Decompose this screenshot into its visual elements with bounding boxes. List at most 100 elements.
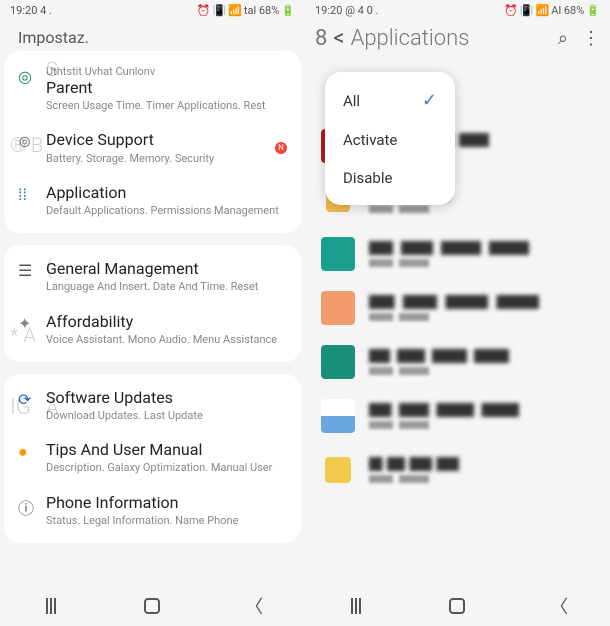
apps-icon: ⁞⁞ xyxy=(18,183,46,217)
status-bar-right: 19:20 @ 4 0 . ⏰ 📳 📶 Al 68% 🔋 xyxy=(305,0,610,20)
setting-sub-text: Voice Assistant. Mono Audio. Menu Assist… xyxy=(46,333,287,346)
apps-header: 8 < Applications ⌕ ⋮ xyxy=(305,20,610,59)
nav-home[interactable] xyxy=(140,594,164,618)
app-sub-blurred xyxy=(369,421,429,429)
nav-home[interactable] xyxy=(445,594,469,618)
settings-card: ☰ General Management Language And Insert… xyxy=(4,245,301,362)
app-name-blurred xyxy=(369,349,509,363)
nav-recent[interactable] xyxy=(39,594,63,618)
setting-title-text: Tips And User Manual xyxy=(46,440,287,459)
settings-title: Impostaz. xyxy=(18,28,89,47)
more-icon[interactable]: ⋮ xyxy=(582,28,600,49)
setting-title-text: Software Updates xyxy=(46,388,287,407)
setting-sub-text: Screen Usage Time. Timer Applications. R… xyxy=(46,99,287,112)
status-bar-left: 19:20 4 . ⏰ 📳 📶 tal 68% 🔋 xyxy=(0,0,305,20)
vibrate-icon: 📳 xyxy=(520,4,534,17)
sliders-icon: ☰ xyxy=(18,259,46,293)
settings-card: ◎ Uthtstit Uvhat Cunlonv Parent Screen U… xyxy=(4,51,301,233)
battery-icon: 🔋 xyxy=(586,4,600,17)
vibrate-icon: 📳 xyxy=(212,4,226,17)
filter-label: Activate xyxy=(343,131,397,149)
update-icon: ⟳ xyxy=(18,388,46,422)
search-icon[interactable]: ⌕ xyxy=(558,28,568,49)
wellbeing-icon: ◎ xyxy=(18,65,46,112)
setting-sub-text: Download Updates. Last Update xyxy=(46,409,287,422)
app-row[interactable] xyxy=(321,281,600,335)
app-icon xyxy=(321,399,355,433)
app-sub-blurred xyxy=(369,367,429,375)
setting-title-text: General Management xyxy=(46,259,287,278)
nav-back[interactable]: 〈 xyxy=(242,594,266,618)
app-name-blurred xyxy=(369,457,459,471)
alarm-icon: ⏰ xyxy=(504,4,518,17)
wifi-icon: 📶 xyxy=(536,4,550,17)
filter-label: All xyxy=(343,92,360,110)
notification-badge: N xyxy=(275,142,287,154)
status-time: 19:20 @ 4 0 . xyxy=(315,4,378,17)
filter-dropdown: All ✓ Activate Disable xyxy=(325,72,455,205)
setting-prefix: Uthtstit Uvhat Cunlonv xyxy=(46,65,287,78)
app-icon xyxy=(325,457,351,483)
battery-icon: 🔋 xyxy=(281,4,295,17)
app-sub-blurred xyxy=(369,259,429,267)
app-row[interactable] xyxy=(321,443,600,497)
setting-accessibility[interactable]: ✦ Affordability Voice Assistant. Mono Au… xyxy=(4,304,301,356)
setting-title-text: Application xyxy=(46,183,287,202)
nav-bar-right: 〈 xyxy=(305,586,610,626)
accessibility-icon: ✦ xyxy=(18,312,46,346)
apps-title: Applications xyxy=(351,26,470,51)
apps-count: 8 xyxy=(315,26,327,51)
app-row[interactable] xyxy=(321,335,600,389)
app-name-blurred xyxy=(369,403,519,417)
settings-pane: 19:20 4 . ⏰ 📳 📶 tal 68% 🔋 Impostaz. S ® … xyxy=(0,0,305,626)
app-icon xyxy=(321,291,355,325)
filter-disable[interactable]: Disable xyxy=(325,159,455,197)
app-icon xyxy=(321,345,355,379)
status-icons: ⏰ 📳 📶 Al 68% 🔋 xyxy=(504,4,600,17)
setting-title-text: Affordability xyxy=(46,312,287,331)
app-sub-blurred xyxy=(369,475,429,483)
app-row[interactable] xyxy=(321,389,600,443)
setting-sub-text: Description. Galaxy Optimization. Manual… xyxy=(46,461,287,474)
nav-recent[interactable] xyxy=(344,594,368,618)
filter-label: Disable xyxy=(343,169,392,187)
app-sub-blurred xyxy=(369,205,429,213)
setting-applications[interactable]: ⁞⁞ Application Default Applications. Per… xyxy=(4,175,301,227)
app-icon xyxy=(321,237,355,271)
nav-bar-left: 〈 xyxy=(0,586,305,626)
setting-title-text: Parent xyxy=(46,78,287,97)
info-icon: ⓘ xyxy=(18,493,46,527)
settings-header: Impostaz. xyxy=(0,20,305,51)
filter-all[interactable]: All ✓ xyxy=(325,80,455,121)
status-time: 19:20 4 . xyxy=(10,4,52,17)
settings-card: ⟳ Software Updates Download Updates. Las… xyxy=(4,374,301,543)
signal-icon: 📶 xyxy=(228,4,242,17)
setting-sub-text: Default Applications. Permissions Manage… xyxy=(46,204,287,217)
filter-activate[interactable]: Activate xyxy=(325,121,455,159)
nav-back[interactable]: 〈 xyxy=(547,594,571,618)
setting-device-care[interactable]: ⊚ Device Support Battery. Storage. Memor… xyxy=(4,122,301,174)
app-row[interactable] xyxy=(321,227,600,281)
setting-phone-information[interactable]: ⓘ Phone Information Status. Legal Inform… xyxy=(4,485,301,537)
app-name-blurred xyxy=(369,241,529,255)
setting-software-updates[interactable]: ⟳ Software Updates Download Updates. Las… xyxy=(4,380,301,432)
care-icon: ⊚ xyxy=(18,130,46,164)
battery-text: Al 68% xyxy=(551,4,584,17)
bulb-icon: ● xyxy=(18,440,46,474)
check-icon: ✓ xyxy=(422,90,437,111)
status-icons: ⏰ 📳 📶 tal 68% 🔋 xyxy=(197,4,295,17)
setting-sub-text: Status. Legal Information. Name Phone xyxy=(46,514,287,527)
setting-title-text: Device Support xyxy=(46,130,269,149)
app-name-blurred xyxy=(369,295,539,309)
setting-tips-manual[interactable]: ● Tips And User Manual Description. Gala… xyxy=(4,432,301,484)
setting-sub-text: Battery. Storage. Memory. Security xyxy=(46,152,269,165)
setting-general-management[interactable]: ☰ General Management Language And Insert… xyxy=(4,251,301,303)
setting-title-text: Phone Information xyxy=(46,493,287,512)
setting-sub-text: Language And Insert. Date And Time. Rese… xyxy=(46,280,287,293)
battery-text: tal 68% xyxy=(244,4,279,17)
alarm-icon: ⏰ xyxy=(197,4,211,17)
app-sub-blurred xyxy=(369,313,429,321)
setting-digital-wellbeing[interactable]: ◎ Uthtstit Uvhat Cunlonv Parent Screen U… xyxy=(4,57,301,122)
settings-body[interactable]: S ® B ( * A IG A ◎ Uthtstit Uvhat Cunlon… xyxy=(0,51,305,586)
back-icon[interactable]: < xyxy=(333,26,344,51)
